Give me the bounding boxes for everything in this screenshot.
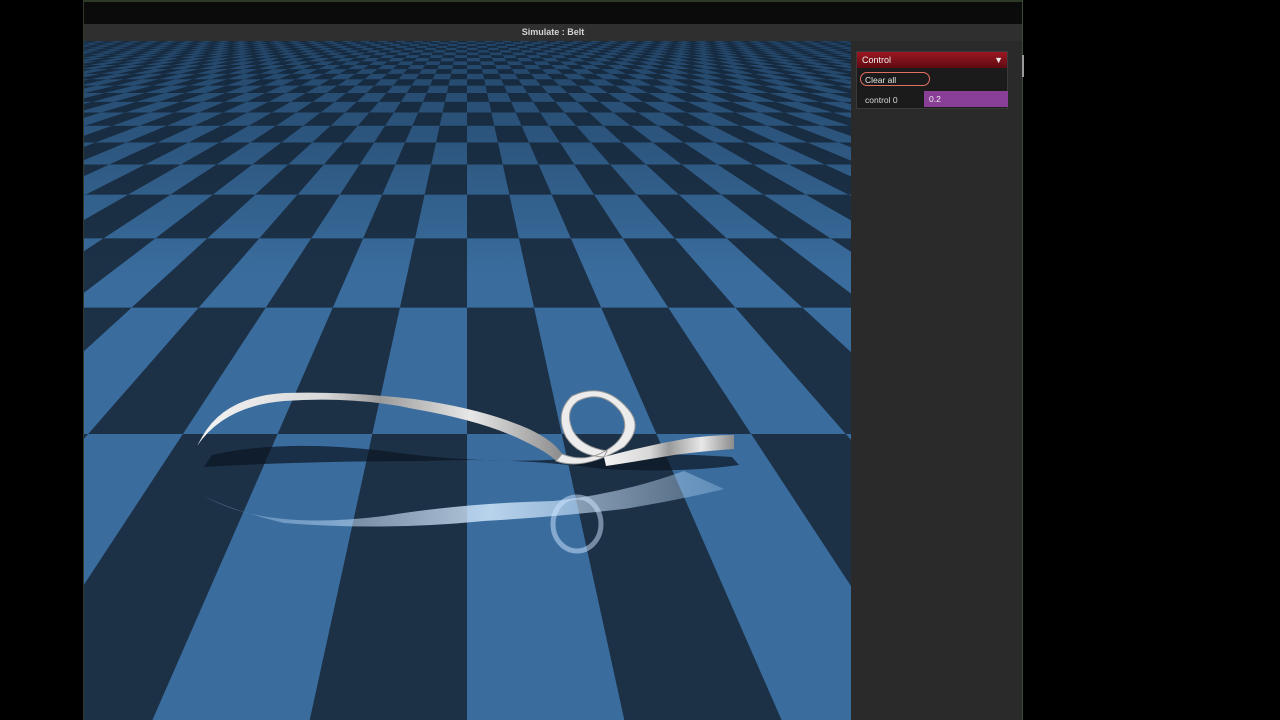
scrollbar-handle[interactable] (1022, 55, 1024, 77)
simulation-window: Simulate : Belt Control ▼ Clear all cont… (83, 0, 1023, 720)
horizon-haze (84, 41, 851, 720)
scene-canvas[interactable] (84, 41, 851, 720)
triangle-down-icon[interactable]: ▼ (994, 52, 1003, 68)
control-panel-header[interactable]: Control ▼ (857, 52, 1007, 68)
window-title: Simulate : Belt (84, 24, 1022, 41)
control-0-slider[interactable]: 0.2 (924, 91, 1008, 107)
control-panel: Control ▼ Clear all control 0 0.2 (856, 51, 1008, 109)
3d-viewport[interactable] (84, 41, 851, 720)
control-0-label: control 0 (865, 95, 898, 105)
clear-all-button[interactable]: Clear all (860, 72, 930, 86)
window-top-strip (84, 0, 1022, 24)
control-panel-title: Control (862, 55, 892, 65)
side-panel: Control ▼ Clear all control 0 0.2 (851, 41, 1022, 720)
